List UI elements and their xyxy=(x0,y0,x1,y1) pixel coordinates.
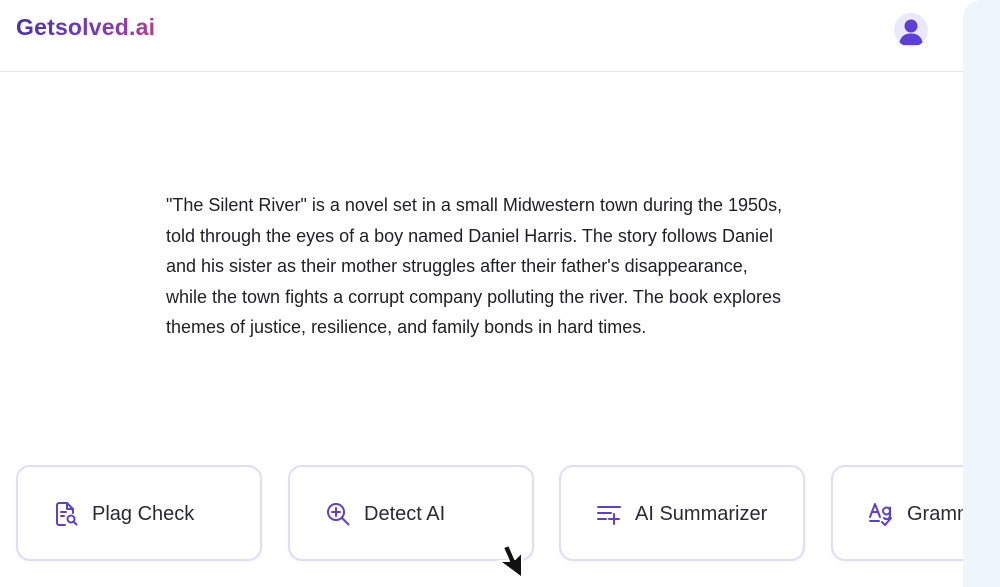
detect-ai-icon xyxy=(324,500,352,528)
app-screen: Getsolved.ai "The Silent River" is a nov… xyxy=(0,0,1000,587)
grammar-label: Gramm xyxy=(907,503,963,525)
summarizer-icon xyxy=(595,500,623,528)
tool-cards-row: Plag Check Detect AI AI Summarizer Gram xyxy=(0,0,963,587)
grammar-icon xyxy=(867,500,895,528)
plag-check-button[interactable]: Plag Check xyxy=(16,465,262,561)
ai-summarizer-button[interactable]: AI Summarizer xyxy=(559,465,805,561)
detect-ai-button[interactable]: Detect AI xyxy=(288,465,534,561)
detect-ai-label: Detect AI xyxy=(364,503,446,525)
plag-check-icon xyxy=(52,500,80,528)
ai-summarizer-label: AI Summarizer xyxy=(635,503,768,525)
plag-check-label: Plag Check xyxy=(92,503,195,525)
grammar-button[interactable]: Gramm xyxy=(831,465,963,561)
side-panel xyxy=(963,0,1000,587)
